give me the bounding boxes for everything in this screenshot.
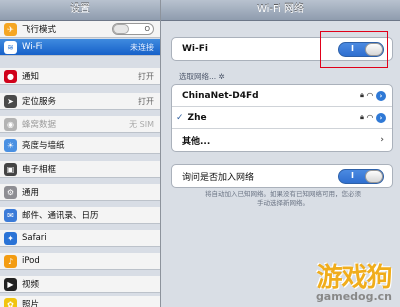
photos-icon: ✿ xyxy=(4,297,17,307)
watermark-logo: 游戏狗 gamedog.cn xyxy=(315,263,393,303)
settings-screen: 设置 ✈ 飞行模式 O ≋ Wi-Fi 未连接 ● 通知 打开 ➤ 定位服务 打… xyxy=(0,0,400,307)
sidebar-title: 设置 xyxy=(0,0,160,21)
checkmark-icon: ✓ xyxy=(176,112,184,123)
sidebar-item-ipod[interactable]: ♪ iPod xyxy=(0,253,160,270)
spinner-icon: ✲ xyxy=(218,72,225,81)
gear-icon: ⚙ xyxy=(4,185,17,199)
sidebar-item-mail[interactable]: ✉ 邮件、通讯录、日历 xyxy=(0,207,160,224)
highlight-annotation xyxy=(320,31,388,68)
sidebar-item-location[interactable]: ➤ 定位服务 打开 xyxy=(0,93,160,110)
wifi-signal-icon: ◠ xyxy=(366,113,373,122)
notifications-icon: ● xyxy=(4,69,17,83)
info-button[interactable]: › xyxy=(376,112,386,123)
sidebar-item-video[interactable]: ▶ 视频 xyxy=(0,276,160,293)
network-row-zhe[interactable]: ✓ Zhe 🔒︎ ◠ › xyxy=(172,107,392,129)
choose-network-label: 选取网络... ✲ xyxy=(179,72,225,81)
toggle-knob xyxy=(365,169,383,183)
mail-icon: ✉ xyxy=(4,208,17,222)
sidebar-item-safari[interactable]: ✦ Safari xyxy=(0,230,160,247)
sidebar-item-notifications[interactable]: ● 通知 打开 xyxy=(0,68,160,85)
sidebar-item-brightness[interactable]: ☀ 亮度与墙纸 xyxy=(0,137,160,154)
ask-to-join-group: 询问是否加入网络 I xyxy=(171,164,393,188)
ask-to-join-label: 询问是否加入网络 xyxy=(182,172,255,183)
cellular-icon: ◉ xyxy=(4,117,17,131)
wifi-signal-icon: ◠ xyxy=(366,91,373,100)
info-button[interactable]: › xyxy=(376,90,386,101)
sidebar-item-wifi[interactable]: ≋ Wi-Fi 未连接 xyxy=(0,39,160,56)
ask-to-join-row: 询问是否加入网络 I xyxy=(172,165,392,187)
location-icon: ➤ xyxy=(4,94,17,108)
chevron-right-icon: › xyxy=(380,135,384,145)
airplane-icon: ✈ xyxy=(4,22,17,36)
network-row-chinanet[interactable]: ChinaNet-D4Fd 🔒︎ ◠ › xyxy=(172,85,392,107)
wifi-icon: ≋ xyxy=(4,40,17,54)
sidebar-item-general[interactable]: ⚙ 通用 xyxy=(0,184,160,201)
sidebar-item-picture-frame[interactable]: ▣ 电子相框 xyxy=(0,161,160,178)
network-row-other[interactable]: 其他... › xyxy=(172,129,392,151)
wifi-label: Wi-Fi xyxy=(182,44,208,54)
sidebar-item-cellular: ◉ 蜂窝数据 无 SIM xyxy=(0,116,160,133)
airplane-mode-toggle[interactable]: O xyxy=(112,23,154,35)
picture-frame-icon: ▣ xyxy=(4,162,17,176)
sidebar-item-airplane-mode[interactable]: ✈ 飞行模式 O xyxy=(0,21,160,38)
ipod-icon: ♪ xyxy=(4,254,17,268)
wifi-status: 未连接 xyxy=(130,42,154,52)
ask-to-join-toggle[interactable]: I xyxy=(338,168,384,184)
sidebar-item-photos[interactable]: ✿ 照片 xyxy=(0,296,160,307)
pane-title: Wi-Fi 网络 xyxy=(161,0,400,21)
safari-icon: ✦ xyxy=(4,231,17,245)
ask-to-join-note: 将自动加入已知网络。如果没有已知网络可用，您必须 手动选择新网络。 xyxy=(205,190,361,207)
settings-sidebar: 设置 ✈ 飞行模式 O ≋ Wi-Fi 未连接 ● 通知 打开 ➤ 定位服务 打… xyxy=(0,0,161,307)
brightness-icon: ☀ xyxy=(4,138,17,152)
video-icon: ▶ xyxy=(4,277,17,291)
lock-icon: 🔒︎ xyxy=(360,91,364,99)
network-list: ChinaNet-D4Fd 🔒︎ ◠ › ✓ Zhe 🔒︎ ◠ › 其他... … xyxy=(171,84,393,152)
lock-icon: 🔒︎ xyxy=(360,113,364,121)
